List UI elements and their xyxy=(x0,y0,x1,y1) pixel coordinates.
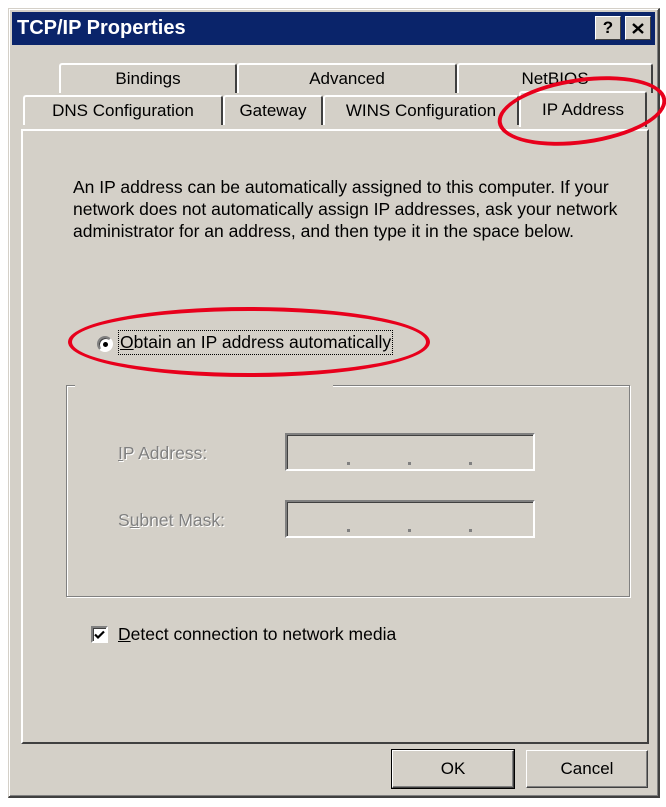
close-icon xyxy=(632,22,644,34)
tab-netbios[interactable]: NetBIOS xyxy=(457,63,653,93)
subnet-mask-label: Subnet Mask: xyxy=(118,510,226,530)
ip-address-tab-panel: An IP address can be automatically assig… xyxy=(21,129,649,744)
tab-dns-configuration[interactable]: DNS Configuration xyxy=(23,95,223,125)
title-bar[interactable]: TCP/IP Properties ? xyxy=(12,12,655,45)
tab-advanced[interactable]: Advanced xyxy=(237,63,457,93)
specify-ip-groupbox xyxy=(66,385,630,597)
tab-gateway[interactable]: Gateway xyxy=(223,95,323,125)
tab-bindings[interactable]: Bindings xyxy=(59,63,237,93)
detect-media-checkbox[interactable] xyxy=(91,626,108,643)
tab-ip-address[interactable]: IP Address xyxy=(519,91,647,127)
obtain-auto-radio[interactable] xyxy=(97,336,113,352)
help-button[interactable]: ? xyxy=(595,16,621,40)
tcpip-properties-dialog: TCP/IP Properties ? Bindings Advanced Ne… xyxy=(8,8,660,798)
tab-wins-configuration[interactable]: WINS Configuration xyxy=(323,95,519,125)
ip-address-field[interactable] xyxy=(285,433,535,471)
window-title: TCP/IP Properties xyxy=(17,17,186,39)
detect-media-label-rest: etect connection to network media xyxy=(130,624,397,644)
obtain-auto-label-rest: btain an IP address automatically xyxy=(133,332,392,352)
obtain-auto-label[interactable]: Obtain an IP address automatically xyxy=(117,330,394,355)
close-button[interactable] xyxy=(625,16,651,40)
ok-button[interactable]: OK xyxy=(391,749,515,789)
detect-media-label[interactable]: Detect connection to network media xyxy=(118,624,396,645)
cancel-button[interactable]: Cancel xyxy=(526,750,648,788)
subnet-mask-field[interactable] xyxy=(285,500,535,538)
ip-address-label: IP Address: xyxy=(118,443,208,463)
checkmark-icon xyxy=(94,630,105,639)
description-text: An IP address can be automatically assig… xyxy=(73,177,618,241)
